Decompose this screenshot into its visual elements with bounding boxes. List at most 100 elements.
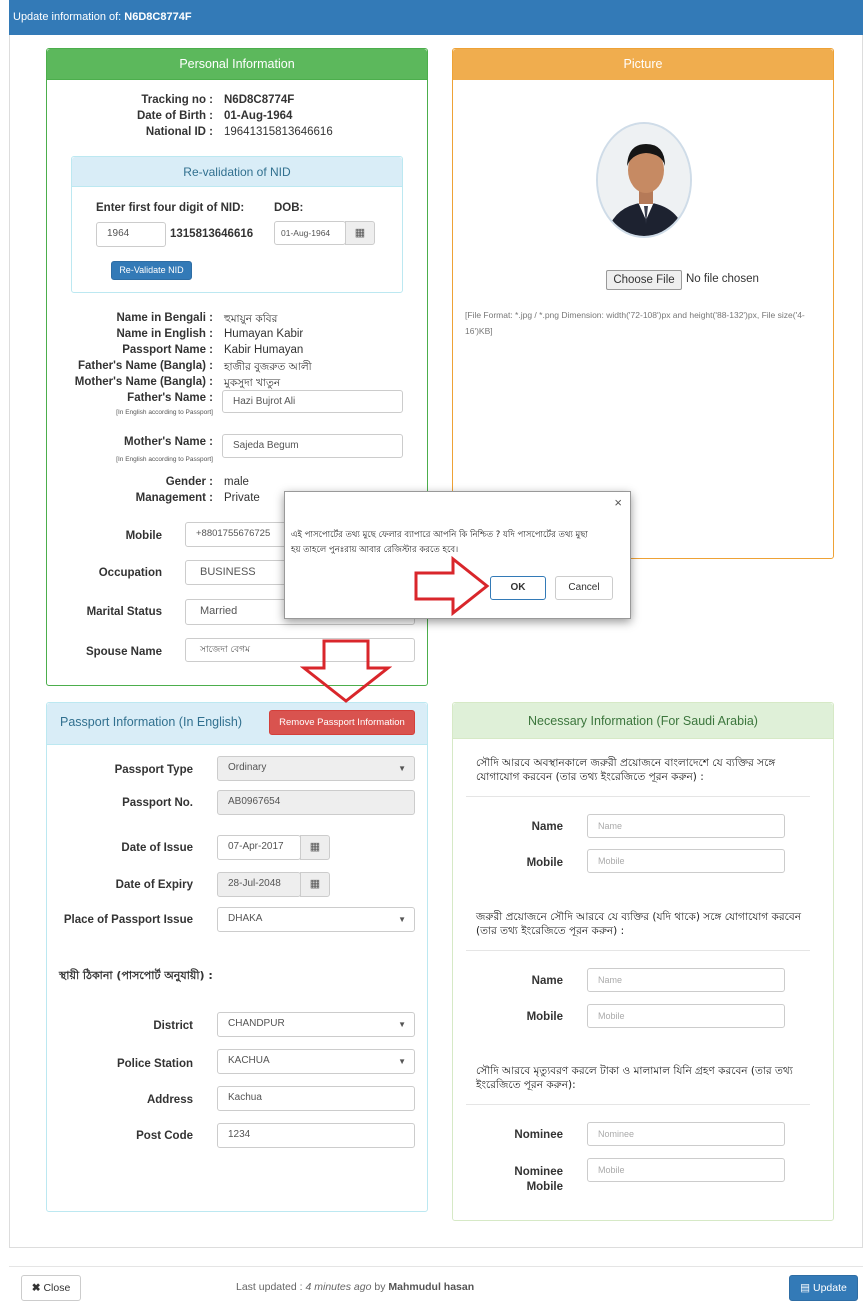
reval-dob-label: DOB:: [274, 202, 304, 214]
spouse-label: Spouse Name: [85, 646, 162, 658]
tracking-value: N6D8C8774F: [224, 94, 295, 106]
passport-name-label: Passport Name :: [122, 344, 213, 356]
father-bn-label: Father's Name (Bangla) :: [77, 360, 213, 372]
dob-value: 01-Aug-1964: [224, 110, 293, 122]
dialog-cancel-button[interactable]: Cancel: [555, 576, 613, 600]
occupation-select[interactable]: BUSINESS: [185, 560, 287, 585]
close-x-icon: ✖: [31, 1282, 41, 1294]
name-en-value: Humayan Kabir: [224, 328, 304, 340]
passport-no-input[interactable]: AB0967654: [217, 790, 415, 815]
tracking-label: Tracking no :: [141, 94, 213, 106]
issue-label: Date of Issue: [121, 842, 193, 854]
contact1-mobile-label: Mobile: [526, 857, 563, 869]
passport-type-select[interactable]: Ordinary ▼: [217, 756, 415, 781]
expiry-label: Date of Expiry: [115, 879, 193, 891]
saudi-q1: সৌদি আরবে অবস্থানকালে জরুরী প্রয়োজনে বা…: [476, 757, 776, 783]
last-updated-text: Last updated : 4 minutes ago by Mahmudul…: [236, 1281, 474, 1293]
address-label: Address: [146, 1094, 193, 1106]
gender-label: Gender :: [165, 476, 213, 488]
arrow-right-icon: [414, 556, 490, 616]
nid-label: National ID :: [145, 126, 213, 138]
passport-type-label: Passport Type: [114, 764, 193, 776]
revalidation-header: Re-validation of NID: [72, 157, 402, 187]
file-format-note: [File Format: *.jpg / *.png Dimension: w…: [465, 310, 805, 336]
close-button[interactable]: ✖ Close: [21, 1275, 81, 1301]
mother-note: [In English according to Passport]: [116, 456, 213, 463]
police-label: Police Station: [116, 1058, 193, 1070]
close-button-label: Close: [43, 1282, 71, 1294]
personal-info-header: Personal Information: [47, 49, 427, 80]
contact1-mobile-input[interactable]: Mobile: [587, 849, 785, 873]
name-bn-label: Name in Bengali :: [116, 312, 214, 324]
picture-header: Picture: [453, 49, 833, 80]
profile-photo: [596, 122, 692, 238]
divider: [466, 950, 810, 951]
nid-rest-value: 1315813646616: [170, 228, 254, 240]
choose-file-button[interactable]: Choose File: [606, 270, 682, 290]
dialog-ok-button[interactable]: OK: [490, 576, 546, 600]
first4-input[interactable]: 1964: [96, 222, 166, 247]
first4-label: Enter first four digit of NID:: [96, 202, 245, 214]
father-name-input[interactable]: Hazi Bujrot Ali: [222, 390, 403, 413]
no-file-text: No file chosen: [686, 273, 759, 285]
reval-calendar-icon[interactable]: ▦: [345, 221, 375, 245]
title-prefix: Update information of:: [13, 11, 122, 23]
name-bn-value: হুমায়ুন কবির: [224, 313, 278, 325]
expiry-date-input[interactable]: 28-Jul-2048: [217, 872, 301, 897]
father-bn-value: হাজীর বুজরুত আলী: [224, 361, 312, 373]
passport-no-label: Passport No.: [122, 797, 193, 809]
issue-calendar-icon[interactable]: ▦: [300, 835, 330, 860]
dialog-message: এই পাসপোর্টের তথ্য মুছে ফেলার ব্যাপারে আ…: [291, 530, 588, 555]
mother-name-input[interactable]: Sajeda Begum: [222, 434, 403, 458]
reval-dob-input[interactable]: 01-Aug-1964: [274, 221, 346, 245]
update-button[interactable]: ▤ Update: [789, 1275, 858, 1301]
district-select[interactable]: CHANDPUR ▼: [217, 1012, 415, 1037]
nominee-label: Nominee: [514, 1129, 563, 1141]
dob-label: Date of Birth :: [136, 110, 213, 122]
mother-label: Mother's Name :: [123, 436, 213, 448]
management-label: Management :: [135, 492, 213, 504]
contact1-name-input[interactable]: Name: [587, 814, 785, 838]
contact2-mobile-input[interactable]: Mobile: [587, 1004, 785, 1028]
remove-passport-button[interactable]: Remove Passport Information: [269, 710, 415, 735]
arrow-down-icon: [300, 639, 392, 703]
saudi-q3: সৌদি আরবে মৃত্যুবরণ করলে টাকা ও মালামাল …: [476, 1065, 793, 1091]
title-bar: Update information of: N6D8C8774F: [9, 0, 863, 35]
post-code-input[interactable]: 1234: [217, 1123, 415, 1148]
last-updated-user: Mahmudul hasan: [388, 1281, 475, 1293]
nominee-mobile-input[interactable]: Mobile: [587, 1158, 785, 1182]
address-input[interactable]: Kachua: [217, 1086, 415, 1111]
district-label: District: [153, 1020, 193, 1032]
police-station-select[interactable]: KACHUA ▼: [217, 1049, 415, 1074]
update-button-label: Update: [812, 1282, 847, 1294]
expiry-calendar-icon[interactable]: ▦: [300, 872, 330, 897]
place-select[interactable]: DHAKA ▼: [217, 907, 415, 932]
saudi-q2: জরুরী প্রয়োজনে সৌদি আরবে যে ব্যক্তির (য…: [476, 911, 801, 937]
name-en-label: Name in English :: [116, 328, 214, 340]
mother-bn-label: Mother's Name (Bangla) :: [74, 376, 213, 388]
divider: [466, 796, 810, 797]
nid-value: 19641315813646616: [224, 126, 333, 138]
gender-value: male: [224, 476, 249, 488]
management-value: Private: [224, 492, 260, 504]
contact2-name-input[interactable]: Name: [587, 968, 785, 992]
nominee-mobile-label: Nominee Mobile: [514, 1166, 563, 1193]
mobile-input[interactable]: +8801755676725: [185, 522, 287, 547]
revalidate-button[interactable]: Re-Validate NID: [111, 261, 192, 280]
place-label: Place of Passport Issue: [63, 914, 193, 926]
father-label: Father's Name :: [127, 392, 213, 404]
passport-name-value: Kabir Humayan: [224, 344, 304, 356]
dialog-close-icon[interactable]: ×: [614, 495, 622, 510]
occupation-label: Occupation: [98, 567, 162, 579]
permanent-address-heading: স্থায়ী ঠিকানা (পাসপোর্ট অনুযায়ী) :: [59, 969, 213, 982]
contact2-name-label: Name: [531, 975, 563, 987]
mobile-label: Mobile: [125, 530, 162, 542]
last-updated-prefix: Last updated :: [236, 1281, 303, 1293]
issue-date-input[interactable]: 07-Apr-2017: [217, 835, 301, 860]
saudi-info-header: Necessary Information (For Saudi Arabia): [453, 703, 833, 739]
title-tracking: N6D8C8774F: [124, 11, 192, 23]
marital-label: Marital Status: [86, 606, 162, 618]
last-updated-by: by: [374, 1281, 386, 1293]
contact2-mobile-label: Mobile: [526, 1011, 563, 1023]
nominee-input[interactable]: Nominee: [587, 1122, 785, 1146]
